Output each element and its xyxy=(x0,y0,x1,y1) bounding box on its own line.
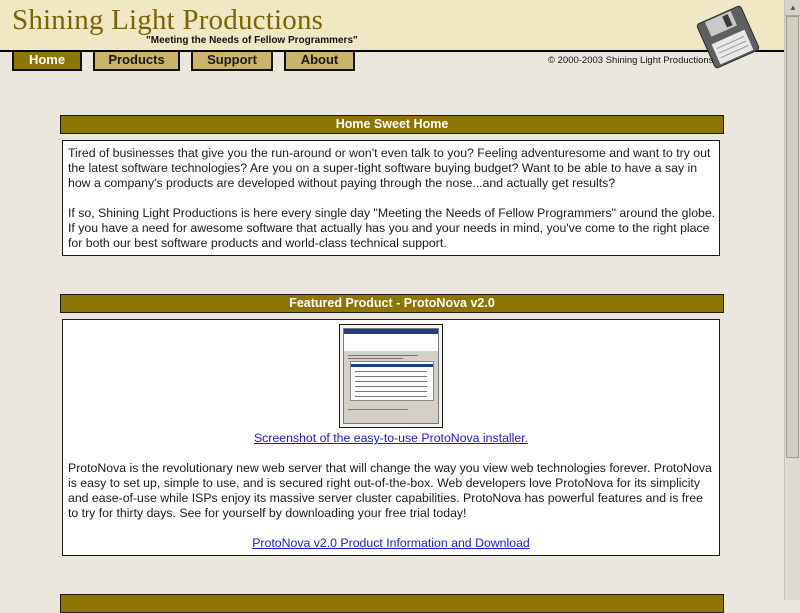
screenshot-link[interactable]: Screenshot of the easy-to-use ProtoNova … xyxy=(254,431,528,445)
copyright-text: © 2000-2003 Shining Light Productions xyxy=(548,55,714,66)
scrollbar-thumb[interactable] xyxy=(786,16,799,458)
featured-section-title: Featured Product - ProtoNova v2.0 xyxy=(60,294,724,313)
protonova-description: ProtoNova is the revolutionary new web s… xyxy=(68,461,712,520)
site-title: Shining Light Productions xyxy=(12,4,324,36)
home-section-title: Home Sweet Home xyxy=(60,115,724,134)
scroll-up-arrow-icon[interactable]: ▲ xyxy=(785,0,800,16)
featured-section-box: Screenshot of the easy-to-use ProtoNova … xyxy=(62,319,720,556)
nav-support[interactable]: Support xyxy=(191,52,273,71)
nav-about[interactable]: About xyxy=(284,52,355,71)
home-intro-paragraph: Tired of businesses that give you the ru… xyxy=(68,146,711,190)
site-header: Shining Light Productions "Meeting the N… xyxy=(0,0,784,52)
installer-screenshot-thumbnail[interactable] xyxy=(339,324,443,428)
home-pitch-paragraph: If so, Shining Light Productions is here… xyxy=(68,206,716,250)
nav-products[interactable]: Products xyxy=(93,52,180,71)
protonova-download-link[interactable]: ProtoNova v2.0 Product Information and D… xyxy=(252,536,530,550)
home-section-box: Tired of businesses that give you the ru… xyxy=(62,140,720,256)
nav-home[interactable]: Home xyxy=(12,52,82,71)
vertical-scrollbar[interactable]: ▲ xyxy=(784,0,800,600)
installer-window-image xyxy=(343,328,439,424)
site-tagline: "Meeting the Needs of Fellow Programmers… xyxy=(146,35,358,46)
next-section-title xyxy=(60,594,724,613)
